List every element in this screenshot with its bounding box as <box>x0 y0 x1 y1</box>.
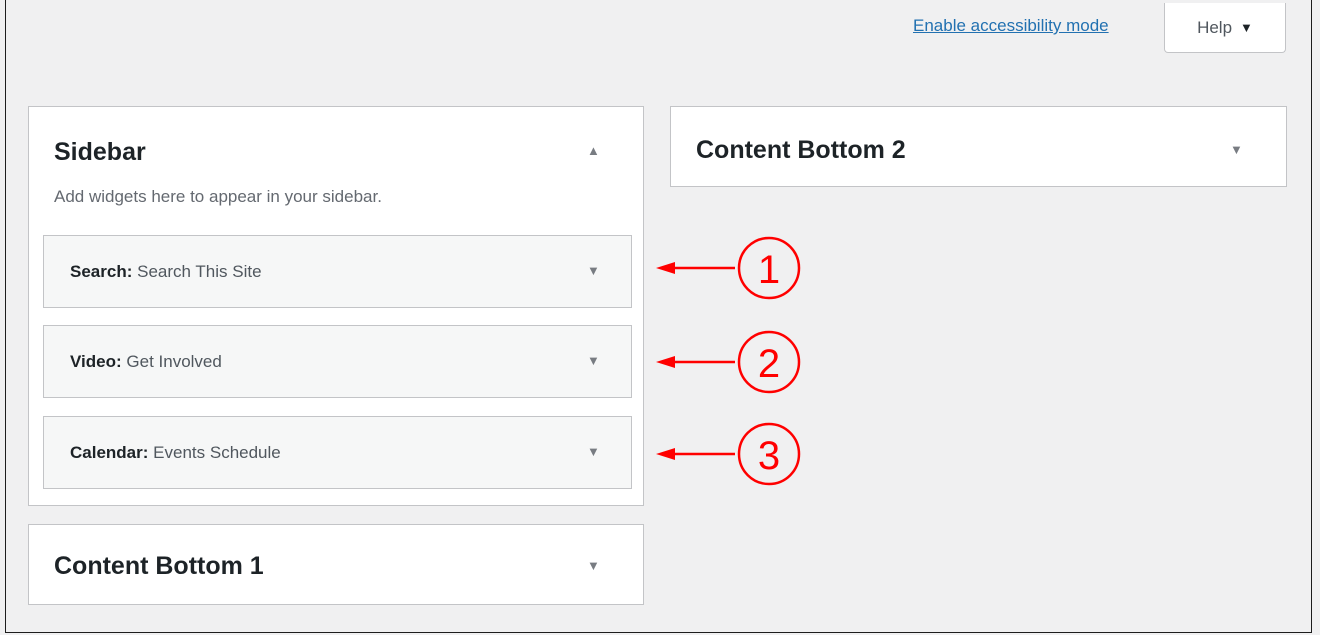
annotation-arrow-3: 3 <box>656 422 801 486</box>
annotation-number-3: 3 <box>758 434 780 478</box>
annotation-number-2: 2 <box>758 342 780 386</box>
annotation-number-1: 1 <box>758 248 780 292</box>
annotation-arrow-1: 1 <box>656 236 801 300</box>
annotation-arrow-2: 2 <box>656 330 801 394</box>
annotation-layer: 1 2 3 <box>656 236 801 486</box>
